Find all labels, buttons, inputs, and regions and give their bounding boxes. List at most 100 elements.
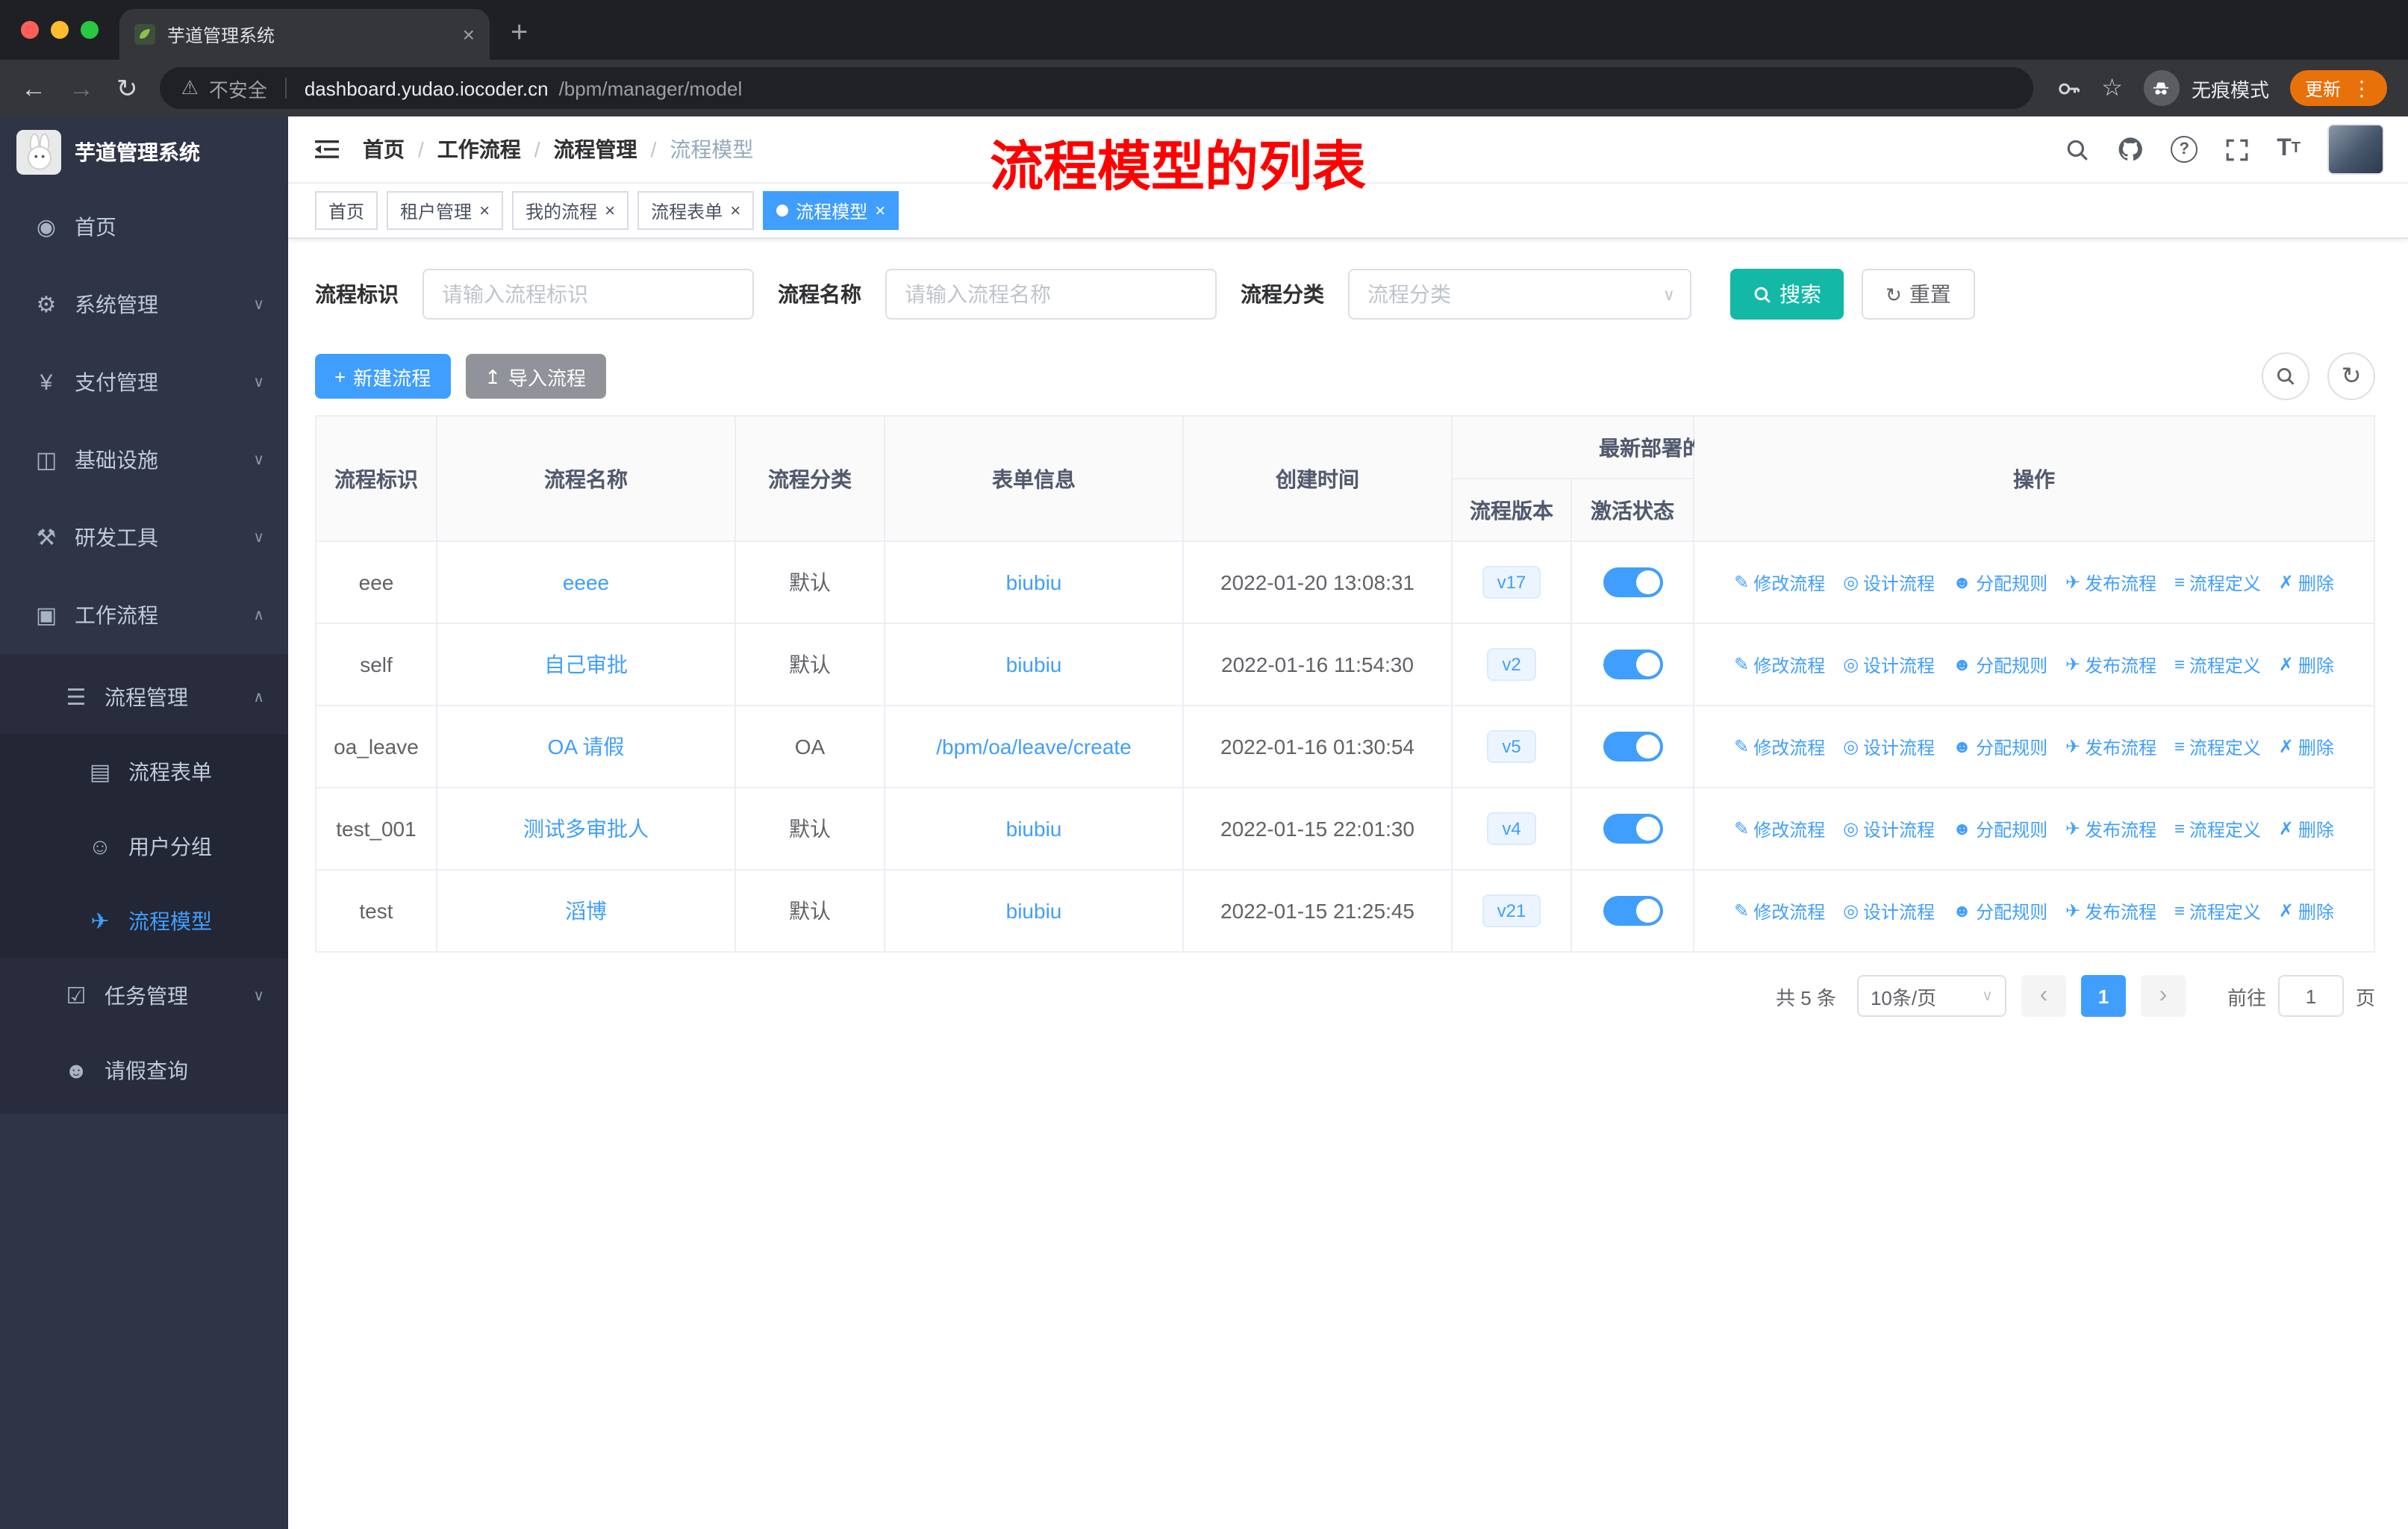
cell-form-link[interactable]: biubiu: [884, 623, 1184, 706]
cell-form-link[interactable]: biubiu: [884, 541, 1184, 624]
sidebar-item-system[interactable]: ⚙ 系统管理 ∨: [0, 266, 288, 343]
back-icon[interactable]: ←: [21, 75, 46, 101]
row-action-link[interactable]: ✈ 发布流程: [2065, 817, 2156, 842]
row-action-link[interactable]: ◎ 设计流程: [1843, 735, 1935, 760]
font-size-icon[interactable]: TT: [2277, 137, 2301, 161]
goto-page-input[interactable]: [2277, 975, 2344, 1017]
tag-process-model[interactable]: 流程模型 ×: [763, 191, 899, 230]
sidebar-item-user-group[interactable]: ☺ 用户分组: [0, 809, 288, 884]
close-icon[interactable]: ×: [479, 202, 490, 219]
cell-process-name-link[interactable]: OA 请假: [436, 705, 736, 788]
process-name-input[interactable]: [885, 269, 1217, 320]
tab-close-icon[interactable]: ×: [463, 22, 475, 46]
sidebar-item-process-form[interactable]: ▤ 流程表单: [0, 735, 288, 809]
help-icon[interactable]: ?: [2171, 136, 2198, 163]
process-id-input[interactable]: [422, 269, 754, 320]
active-toggle[interactable]: [1603, 896, 1662, 926]
row-action-link[interactable]: ◎ 设计流程: [1843, 570, 1935, 596]
reload-icon[interactable]: ↻: [116, 75, 138, 101]
github-icon[interactable]: [2117, 136, 2144, 163]
search-icon[interactable]: [2065, 137, 2090, 162]
sidebar-item-workflow[interactable]: ▣ 工作流程 ∧: [0, 576, 288, 654]
sidebar-item-home[interactable]: ◉ 首页: [0, 188, 288, 266]
bookmark-star-icon[interactable]: ☆: [2101, 73, 2123, 103]
sidebar-item-payment[interactable]: ¥ 支付管理 ∨: [0, 343, 288, 421]
active-toggle[interactable]: [1603, 650, 1662, 679]
row-action-link[interactable]: ≡ 流程定义: [2174, 570, 2261, 596]
tag-my-process[interactable]: 我的流程 ×: [512, 191, 629, 230]
active-toggle[interactable]: [1603, 567, 1662, 597]
refresh-table-button[interactable]: ↻: [2327, 352, 2375, 400]
create-process-button[interactable]: + 新建流程: [315, 354, 451, 399]
row-action-link[interactable]: ✗ 删除: [2279, 570, 2334, 596]
row-action-link[interactable]: ✈ 发布流程: [2065, 653, 2156, 678]
row-action-link[interactable]: ≡ 流程定义: [2174, 735, 2261, 760]
page-size-select[interactable]: 10条/页 ∨: [1856, 975, 2006, 1017]
sidebar-item-leave-query[interactable]: ☻ 请假查询: [0, 1033, 288, 1108]
tag-home[interactable]: 首页: [315, 191, 378, 230]
row-action-link[interactable]: ☻ 分配规则: [1953, 817, 2047, 842]
app-logo[interactable]: 芋道管理系统: [0, 116, 288, 188]
current-page-button[interactable]: 1: [2080, 975, 2126, 1017]
close-icon[interactable]: ×: [730, 202, 740, 219]
row-action-link[interactable]: ☻ 分配规则: [1953, 653, 2047, 678]
row-action-link[interactable]: ✗ 删除: [2279, 735, 2334, 760]
password-key-icon[interactable]: [2055, 75, 2080, 101]
row-action-link[interactable]: ✎ 修改流程: [1734, 899, 1825, 924]
close-icon[interactable]: ×: [875, 202, 885, 219]
prev-page-button[interactable]: ‹: [2021, 975, 2066, 1017]
row-action-link[interactable]: ✗ 删除: [2279, 817, 2334, 842]
row-action-link[interactable]: ✎ 修改流程: [1734, 570, 1825, 596]
row-action-link[interactable]: ✗ 删除: [2279, 899, 2334, 924]
cell-process-name-link[interactable]: eeee: [436, 541, 736, 624]
row-action-link[interactable]: ✈ 发布流程: [2065, 899, 2156, 924]
next-page-button[interactable]: ›: [2140, 975, 2186, 1017]
forward-icon[interactable]: →: [69, 75, 94, 101]
tag-tenant[interactable]: 租户管理 ×: [387, 191, 504, 230]
import-process-button[interactable]: ↥ 导入流程: [465, 354, 606, 399]
new-tab-button[interactable]: +: [511, 18, 528, 48]
row-action-link[interactable]: ≡ 流程定义: [2174, 817, 2261, 842]
row-action-link[interactable]: ◎ 设计流程: [1843, 817, 1935, 842]
browser-update-button[interactable]: 更新 ⋮: [2289, 70, 2387, 106]
cell-process-name-link[interactable]: 自己审批: [436, 623, 736, 706]
row-action-link[interactable]: ☻ 分配规则: [1953, 899, 2047, 924]
row-action-link[interactable]: ✎ 修改流程: [1734, 817, 1825, 842]
row-action-link[interactable]: ✎ 修改流程: [1734, 653, 1825, 678]
cell-process-name-link[interactable]: 测试多审批人: [436, 787, 736, 871]
row-action-link[interactable]: ✗ 删除: [2279, 653, 2334, 678]
window-zoom-button[interactable]: [81, 21, 99, 39]
tag-process-form[interactable]: 流程表单 ×: [637, 191, 755, 230]
cell-process-name-link[interactable]: 滔博: [436, 869, 736, 953]
window-close-button[interactable]: [21, 21, 39, 39]
sidebar-item-devtools[interactable]: ⚒ 研发工具 ∨: [0, 499, 288, 576]
cell-form-link[interactable]: biubiu: [884, 787, 1184, 871]
search-button[interactable]: 搜索: [1730, 269, 1844, 320]
row-action-link[interactable]: ☻ 分配规则: [1953, 570, 2047, 596]
incognito-badge[interactable]: 无痕模式: [2143, 70, 2269, 106]
user-avatar[interactable]: [2327, 124, 2384, 175]
cell-form-link[interactable]: biubiu: [884, 869, 1184, 953]
row-action-link[interactable]: ≡ 流程定义: [2174, 653, 2261, 678]
row-action-link[interactable]: ◎ 设计流程: [1843, 899, 1935, 924]
row-action-link[interactable]: ✈ 发布流程: [2065, 570, 2156, 596]
close-icon[interactable]: ×: [605, 202, 615, 219]
window-minimize-button[interactable]: [51, 21, 69, 39]
browser-tab[interactable]: 芋道管理系统 ×: [119, 9, 490, 60]
process-category-select[interactable]: 流程分类 ∨: [1348, 269, 1691, 320]
sidebar-item-infrastructure[interactable]: ◫ 基础设施 ∨: [0, 421, 288, 499]
sidebar-item-process-management[interactable]: ☰ 流程管理 ∧: [0, 660, 288, 735]
row-action-link[interactable]: ✎ 修改流程: [1734, 735, 1825, 760]
cell-form-link[interactable]: /bpm/oa/leave/create: [884, 705, 1184, 788]
sidebar-item-task-management[interactable]: ☑ 任务管理 ∨: [0, 959, 288, 1033]
breadcrumb-workflow[interactable]: 工作流程: [437, 134, 521, 164]
breadcrumb-home[interactable]: 首页: [363, 134, 405, 164]
sidebar-fold-icon[interactable]: [312, 134, 342, 164]
sidebar-item-process-model[interactable]: ✈ 流程模型: [0, 884, 288, 959]
row-action-link[interactable]: ≡ 流程定义: [2174, 899, 2261, 924]
row-action-link[interactable]: ◎ 设计流程: [1843, 653, 1935, 678]
active-toggle[interactable]: [1603, 814, 1662, 844]
toggle-search-button[interactable]: [2262, 352, 2309, 400]
fullscreen-icon[interactable]: [2224, 137, 2250, 162]
reset-button[interactable]: ↻ 重置: [1862, 269, 1975, 320]
